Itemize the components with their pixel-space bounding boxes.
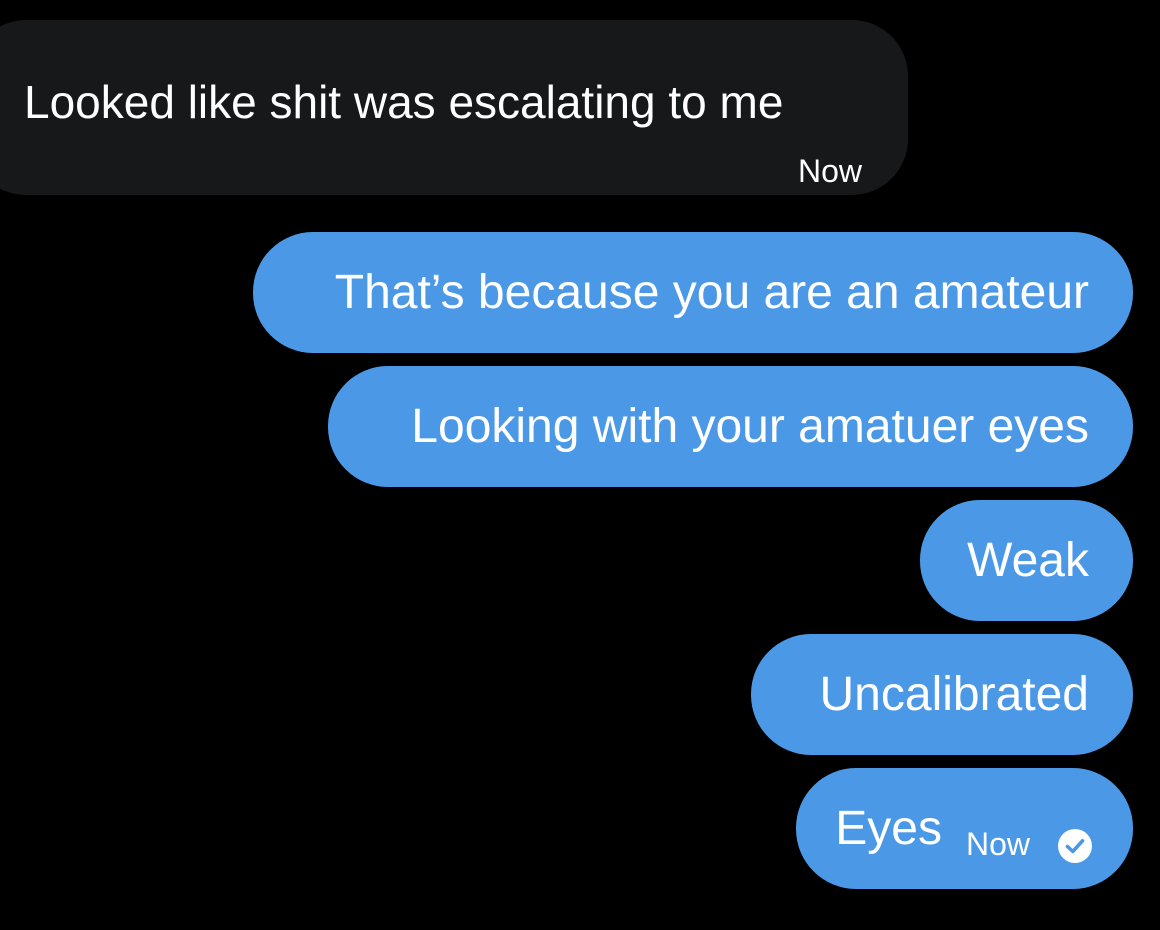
sent-message-bubble[interactable]: Looking with your amatuer eyes — [328, 366, 1133, 487]
received-message-text: Looked like shit was escalating to me — [24, 76, 784, 128]
sent-message-text: Uncalibrated — [819, 668, 1089, 721]
sent-message-text: Looking with your amatuer eyes — [411, 400, 1089, 453]
sent-message-text: Eyes — [835, 802, 942, 855]
sent-message-text: That’s because you are an amateur — [334, 266, 1089, 319]
sent-message-bubble[interactable]: Uncalibrated — [751, 634, 1133, 755]
sent-message-timestamp: Now — [966, 826, 1031, 862]
received-message-bubble[interactable]: Looked like shit was escalating to me No… — [0, 20, 908, 195]
sent-message-bubble[interactable]: Weak — [920, 500, 1133, 621]
received-message-timestamp: Now — [797, 153, 862, 189]
sent-message-bubble[interactable]: That’s because you are an amateur — [253, 232, 1133, 353]
sent-message-text: Weak — [967, 534, 1089, 587]
read-check-icon — [1057, 828, 1093, 864]
